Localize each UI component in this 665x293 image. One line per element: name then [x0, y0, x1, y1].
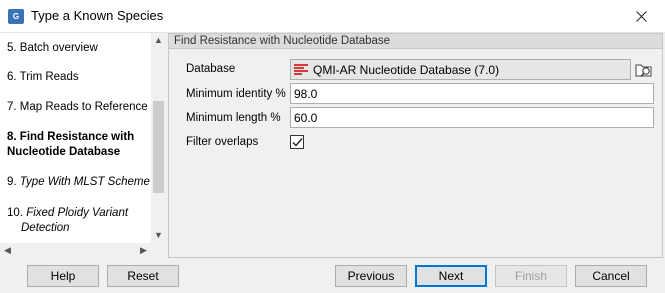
browse-folder-icon [635, 64, 652, 78]
scroll-right-icon[interactable]: ▶ [136, 243, 151, 258]
close-button[interactable] [619, 0, 665, 33]
min-length-input[interactable]: 60.0 [290, 107, 654, 128]
app-icon: G [8, 9, 24, 24]
step-item-map-reads[interactable]: 7. Map Reads to Reference [7, 100, 148, 115]
database-label: Database [186, 63, 236, 75]
step-label: Batch overview [19, 42, 98, 54]
panel-header: Find Resistance with Nucleotide Database [169, 34, 662, 49]
step-item-batch-overview[interactable]: 5. Batch overview [7, 41, 98, 56]
min-length-label: Minimum length % [186, 112, 281, 124]
step-number: 7. [7, 101, 17, 113]
filter-overlaps-label: Filter overlaps [186, 136, 259, 148]
previous-button[interactable]: Previous [335, 265, 407, 287]
min-identity-input[interactable]: 98.0 [290, 83, 654, 104]
step-item-find-resistance[interactable]: 8. Find Resistance with Nucleotide Datab… [7, 130, 134, 160]
scroll-thumb[interactable] [153, 101, 164, 193]
scroll-left-icon[interactable]: ◀ [0, 243, 15, 258]
scroll-down-icon[interactable]: ▼ [151, 228, 166, 243]
step-number: 9. [7, 176, 17, 188]
panel-title: Find Resistance with Nucleotide Database [174, 35, 391, 47]
next-button[interactable]: Next [415, 265, 487, 287]
step-number: 5. [7, 42, 17, 54]
title-bar: G Type a Known Species [0, 0, 665, 33]
database-list-icon [294, 64, 308, 76]
steps-vertical-scrollbar[interactable]: ▲ ▼ [151, 33, 166, 243]
wizard-steps-list: 5. Batch overview 6. Trim Reads 7. Map R… [0, 33, 166, 258]
finish-button[interactable]: Finish [495, 265, 567, 287]
step-label-line1: Find Resistance with [19, 131, 135, 143]
step-label-line2: Detection [21, 222, 70, 234]
settings-panel: Find Resistance with Nucleotide Database… [168, 33, 663, 258]
scroll-corner [151, 243, 166, 258]
cancel-button[interactable]: Cancel [575, 265, 647, 287]
close-icon [636, 11, 647, 22]
step-number: 6. [7, 71, 17, 83]
filter-overlaps-checkbox[interactable] [290, 135, 304, 149]
database-value: QMI-AR Nucleotide Database (7.0) [313, 63, 500, 77]
help-button[interactable]: Help [27, 265, 99, 287]
step-label-line2: Nucleotide Database [7, 146, 121, 158]
step-label: Map Reads to Reference [19, 101, 148, 113]
step-label: Trim Reads [19, 71, 79, 83]
step-number: 8. [7, 131, 17, 143]
step-number: 10. [7, 207, 23, 219]
database-field[interactable]: QMI-AR Nucleotide Database (7.0) [290, 59, 631, 80]
step-item-mlst[interactable]: 9. Type With MLST Scheme [7, 175, 150, 190]
browse-database-button[interactable] [634, 59, 654, 80]
checkmark-icon [292, 138, 303, 147]
min-identity-label: Minimum identity % [186, 88, 286, 100]
window-title: Type a Known Species [31, 8, 164, 23]
reset-button[interactable]: Reset [107, 265, 179, 287]
step-item-variant-detection[interactable]: 10. Fixed Ploidy Variant Detection [7, 206, 128, 236]
steps-horizontal-scrollbar[interactable]: ◀ ▶ [0, 243, 151, 258]
step-label: Type With MLST Scheme [19, 176, 150, 188]
step-label-line1: Fixed Ploidy Variant [26, 207, 129, 219]
step-item-trim-reads[interactable]: 6. Trim Reads [7, 70, 79, 85]
dialog-content: 5. Batch overview 6. Trim Reads 7. Map R… [0, 33, 665, 293]
scroll-up-icon[interactable]: ▲ [151, 33, 166, 48]
